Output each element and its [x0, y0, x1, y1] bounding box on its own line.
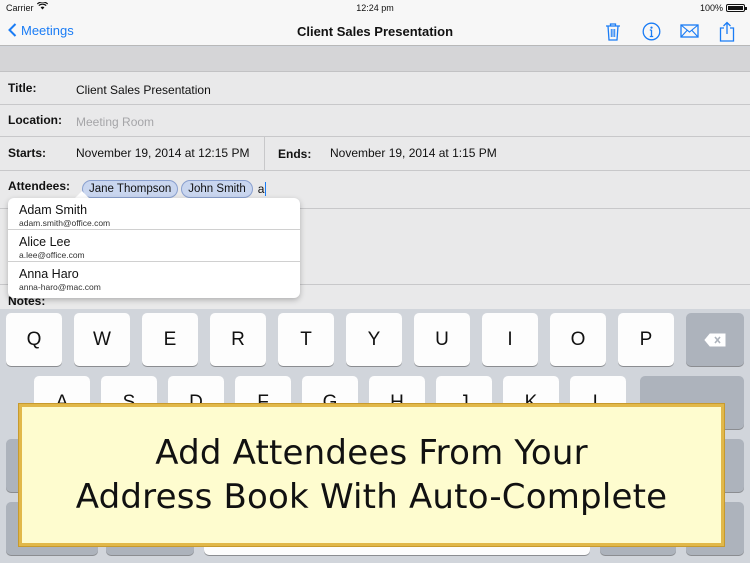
title-label: Title:	[8, 81, 37, 95]
starts-field[interactable]: November 19, 2014 at 12:15 PM	[76, 146, 249, 160]
attendee-tokens[interactable]: Jane Thompson John Smith a	[82, 180, 267, 198]
suggestion-name: Adam Smith	[19, 203, 88, 217]
time-row: Starts: November 19, 2014 at 12:15 PM En…	[0, 137, 750, 171]
delete-key[interactable]	[686, 313, 744, 366]
key-u[interactable]: U	[414, 313, 470, 366]
attendees-label: Attendees:	[8, 179, 71, 193]
key-q[interactable]: Q	[6, 313, 62, 366]
autocomplete-list: Adam Smith adam.smith@office.com Alice L…	[8, 198, 300, 298]
starts-label: Starts:	[8, 146, 47, 160]
suggestion-email: adam.smith@office.com	[19, 218, 111, 228]
attendee-chip[interactable]: Jane Thompson	[82, 180, 179, 198]
battery-icon	[726, 4, 747, 12]
field-divider	[264, 137, 265, 170]
mail-icon[interactable]	[678, 20, 700, 42]
suggestion-item[interactable]: Adam Smith adam.smith@office.com	[8, 198, 300, 230]
trash-icon[interactable]	[602, 20, 624, 42]
text-caret	[265, 182, 267, 196]
suggestion-item[interactable]: Anna Haro anna-haro@mac.com	[8, 262, 300, 294]
location-label: Location:	[8, 113, 62, 127]
suggestion-name: Anna Haro	[19, 267, 79, 281]
banner-line-2: Address Book With Auto-Complete	[75, 477, 668, 517]
suggestion-email: a.lee@office.com	[19, 250, 85, 260]
suggestion-item[interactable]: Alice Lee a.lee@office.com	[8, 230, 300, 262]
attendee-input[interactable]: a	[258, 182, 265, 196]
key-o[interactable]: O	[550, 313, 606, 366]
location-row[interactable]: Location: Meeting Room	[0, 105, 750, 137]
title-row[interactable]: Title: Client Sales Presentation	[0, 73, 750, 105]
ends-label: Ends:	[278, 147, 312, 161]
key-i[interactable]: I	[482, 313, 538, 366]
key-w[interactable]: W	[74, 313, 130, 366]
ends-field[interactable]: November 19, 2014 at 1:15 PM	[330, 146, 497, 160]
battery-percentage: 100%	[699, 3, 723, 13]
share-icon[interactable]	[716, 20, 738, 42]
promo-banner: Add Attendees From Your Address Book Wit…	[19, 404, 724, 546]
key-r[interactable]: R	[210, 313, 266, 366]
suggestion-name: Alice Lee	[19, 235, 71, 249]
key-p[interactable]: P	[618, 313, 674, 366]
attendee-chip[interactable]: John Smith	[181, 180, 253, 198]
key-y[interactable]: Y	[346, 313, 402, 366]
backspace-icon	[704, 333, 726, 346]
status-bar: Carrier 12:24 pm 100%	[0, 0, 750, 16]
location-field[interactable]: Meeting Room	[76, 115, 154, 129]
banner-line-1: Add Attendees From Your	[155, 433, 588, 473]
suggestion-email: anna-haro@mac.com	[19, 282, 101, 292]
section-header	[0, 47, 750, 72]
status-time: 12:24 pm	[356, 3, 394, 13]
info-icon[interactable]	[640, 20, 662, 42]
title-field[interactable]: Client Sales Presentation	[76, 83, 211, 97]
key-t[interactable]: T	[278, 313, 334, 366]
key-e[interactable]: E	[142, 313, 198, 366]
navigation-bar: Meetings Client Sales Presentation	[0, 16, 750, 46]
